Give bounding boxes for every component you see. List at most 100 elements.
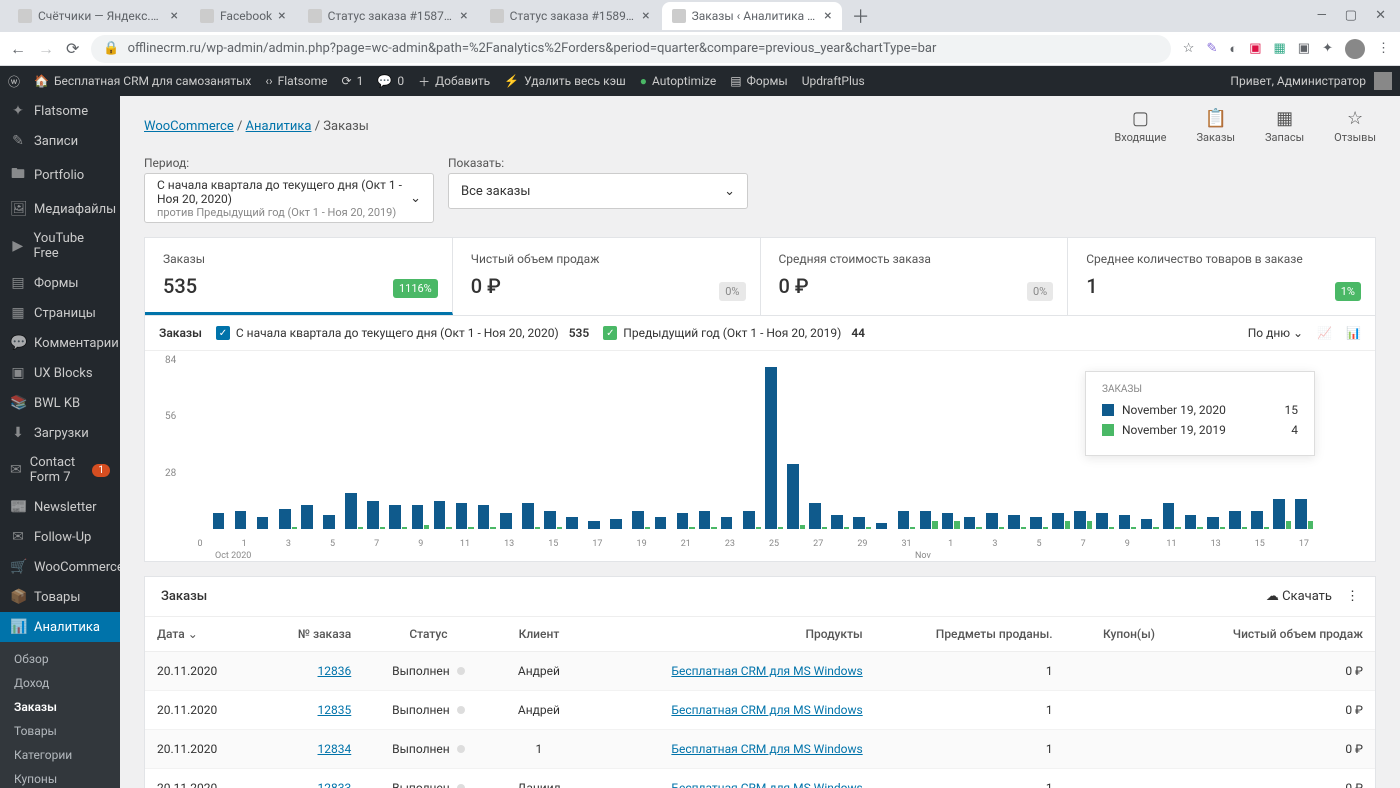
autoptimize-link[interactable]: ● Autoptimize bbox=[640, 74, 717, 88]
bar-group[interactable] bbox=[1006, 515, 1027, 529]
bar-group[interactable] bbox=[940, 513, 961, 529]
product-link[interactable]: Бесплатная CRM для MS Windows bbox=[671, 703, 862, 717]
url-input[interactable]: 🔒 offlinecrm.ru/wp-admin/admin.php?page=… bbox=[91, 35, 1170, 63]
sidebar-item[interactable]: 💬Комментарии bbox=[0, 328, 120, 358]
sidebar-item[interactable]: ▤Формы bbox=[0, 268, 120, 298]
browser-tab[interactable]: Счётчики — Яндекс.Метрика× bbox=[8, 2, 188, 30]
forward-button[interactable]: → bbox=[38, 39, 54, 59]
order-link[interactable]: 12836 bbox=[318, 664, 352, 678]
bar-group[interactable] bbox=[388, 505, 409, 529]
ext-icon-1[interactable]: ✎ bbox=[1206, 41, 1217, 56]
table-header-cell[interactable]: Чистый объем продаж bbox=[1167, 617, 1375, 652]
product-link[interactable]: Бесплатная CRM для MS Windows bbox=[671, 742, 862, 756]
bar-group[interactable] bbox=[1250, 511, 1271, 529]
ext-icon-2[interactable]: ◐ bbox=[1229, 41, 1237, 57]
browser-tab[interactable]: Статус заказа #15896050 - Kwor× bbox=[480, 2, 660, 30]
bar-group[interactable] bbox=[830, 515, 851, 529]
browser-tab[interactable]: Facebook× bbox=[190, 2, 296, 30]
bar-group[interactable] bbox=[1161, 503, 1182, 529]
sidebar-item[interactable]: ✎Записи bbox=[0, 126, 120, 156]
back-button[interactable]: ← bbox=[10, 39, 26, 59]
wp-logo-icon[interactable]: ⓦ bbox=[8, 73, 20, 90]
legend-series-2[interactable]: ✓ Предыдущий год (Окт 1 - Ноя 20, 2019) … bbox=[603, 326, 865, 340]
summary-card[interactable]: Среднее количество товаров в заказе11% bbox=[1068, 238, 1375, 315]
breadcrumb-analytics[interactable]: Аналитика bbox=[246, 119, 312, 134]
bar-group[interactable] bbox=[1294, 499, 1315, 529]
extensions-icon[interactable]: ✦ bbox=[1322, 41, 1333, 56]
tab-close-icon[interactable]: × bbox=[278, 8, 285, 24]
table-header-cell[interactable]: Купон(ы) bbox=[1065, 617, 1167, 652]
table-header-cell[interactable]: Предметы проданы. bbox=[875, 617, 1065, 652]
activity-stock[interactable]: ▦Запасы bbox=[1265, 108, 1304, 144]
bar-group[interactable] bbox=[984, 513, 1005, 529]
sidebar-item[interactable]: 🖼Медиафайлы bbox=[0, 194, 120, 224]
bar-group[interactable] bbox=[1095, 513, 1116, 529]
summary-card[interactable]: Чистый объем продаж0 ₽0% bbox=[453, 238, 761, 315]
bar-group[interactable] bbox=[719, 517, 740, 529]
new-tab-button[interactable]: ＋ bbox=[844, 3, 878, 29]
bar-group[interactable] bbox=[432, 501, 453, 529]
bar-group[interactable] bbox=[587, 521, 608, 529]
table-header-cell[interactable]: Статус bbox=[363, 617, 493, 652]
browser-tab[interactable]: Заказы ‹ Аналитика ‹ WooComm× bbox=[662, 2, 842, 30]
bar-group[interactable] bbox=[520, 503, 541, 529]
bar-group[interactable] bbox=[277, 509, 298, 529]
site-link[interactable]: 🏠 Бесплатная CRM для самозанятых bbox=[34, 74, 251, 88]
table-menu-icon[interactable]: ⋮ bbox=[1346, 589, 1359, 604]
summary-card[interactable]: Средняя стоимость заказа0 ₽0% bbox=[761, 238, 1069, 315]
sidebar-item[interactable]: ✉Contact Form 71 bbox=[0, 448, 120, 492]
sidebar-submenu-item[interactable]: Доход bbox=[0, 671, 120, 695]
bar-group[interactable] bbox=[918, 511, 939, 529]
sidebar-item[interactable]: ✉Follow-Up bbox=[0, 522, 120, 552]
bar-group[interactable] bbox=[1183, 515, 1204, 529]
reload-button[interactable]: ⟳ bbox=[66, 39, 79, 58]
sidebar-item[interactable]: ▶YouTube Free bbox=[0, 224, 120, 268]
bar-group[interactable] bbox=[1117, 515, 1138, 529]
bar-group[interactable] bbox=[852, 517, 873, 529]
bar-group[interactable] bbox=[1227, 511, 1248, 529]
updates-link[interactable]: ⟳ 1 bbox=[342, 74, 364, 88]
sidebar-item[interactable]: 🖿Portfolio bbox=[0, 156, 120, 194]
bar-group[interactable] bbox=[299, 505, 320, 529]
sidebar-item[interactable]: ⬇Загрузки bbox=[0, 418, 120, 448]
bar-group[interactable] bbox=[786, 464, 807, 529]
product-link[interactable]: Бесплатная CRM для MS Windows bbox=[671, 664, 862, 678]
bar-group[interactable] bbox=[653, 517, 674, 529]
flatsome-link[interactable]: ‹› Flatsome bbox=[265, 74, 327, 88]
forms-link[interactable]: ▤ Формы bbox=[730, 74, 787, 88]
user-avatar[interactable] bbox=[1374, 72, 1392, 90]
sidebar-item[interactable]: 📦Товары bbox=[0, 582, 120, 612]
bar-group[interactable] bbox=[454, 503, 475, 529]
bar-group[interactable] bbox=[476, 505, 497, 529]
sidebar-item[interactable]: ✦Flatsome bbox=[0, 96, 120, 126]
bar-group[interactable] bbox=[962, 517, 983, 529]
bar-group[interactable] bbox=[1073, 511, 1094, 529]
order-link[interactable]: 12834 bbox=[318, 742, 352, 756]
comments-link[interactable]: 💬 0 bbox=[377, 74, 404, 88]
bar-group[interactable] bbox=[1139, 519, 1160, 529]
maximize-icon[interactable]: ▢ bbox=[1345, 8, 1357, 23]
bar-group[interactable] bbox=[1029, 517, 1050, 529]
table-header-cell[interactable]: № заказа bbox=[259, 617, 364, 652]
bar-group[interactable] bbox=[609, 519, 630, 529]
sidebar-item[interactable]: ▦Страницы bbox=[0, 298, 120, 328]
sidebar-submenu-item[interactable]: Обзор bbox=[0, 647, 120, 671]
product-link[interactable]: Бесплатная CRM для MS Windows bbox=[671, 781, 862, 788]
table-header-cell[interactable]: Продукты bbox=[584, 617, 874, 652]
bar-chart-icon[interactable]: 📊 bbox=[1346, 326, 1361, 340]
bar-group[interactable] bbox=[233, 511, 254, 529]
download-button[interactable]: ☁ Скачать bbox=[1266, 589, 1332, 604]
bar-group[interactable] bbox=[366, 501, 387, 529]
avatar-icon[interactable] bbox=[1345, 39, 1365, 59]
bar-group[interactable] bbox=[255, 517, 276, 529]
bar-group[interactable] bbox=[565, 517, 586, 529]
close-icon[interactable]: ✕ bbox=[1375, 8, 1386, 23]
ext-icon-5[interactable]: ▣ bbox=[1298, 41, 1310, 56]
cache-link[interactable]: ⚡ Удалить весь кэш bbox=[504, 74, 626, 88]
tab-close-icon[interactable]: × bbox=[171, 8, 178, 24]
sidebar-submenu-item[interactable]: Заказы bbox=[0, 695, 120, 719]
greeting-text[interactable]: Привет, Администратор bbox=[1230, 74, 1366, 88]
ext-icon-3[interactable]: ▣ bbox=[1249, 41, 1261, 56]
sidebar-submenu-item[interactable]: Товары bbox=[0, 719, 120, 743]
bar-group[interactable] bbox=[741, 511, 762, 529]
